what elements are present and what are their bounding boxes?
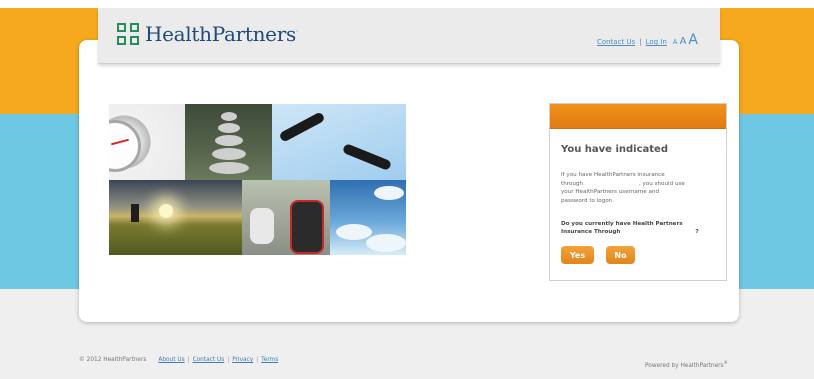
running-shoes-image xyxy=(242,180,330,255)
shoe xyxy=(250,208,274,244)
cloud xyxy=(336,224,372,240)
panel-question: Do you currently have Health Partners In… xyxy=(561,220,721,236)
contact-us-link[interactable]: Contact Us xyxy=(597,38,635,46)
powered-by-text: Powered by HealthPartners® xyxy=(645,360,728,369)
sky-clouds-image xyxy=(330,180,406,255)
yes-button[interactable]: Yes xyxy=(561,246,594,264)
cloud xyxy=(366,234,406,252)
stone xyxy=(214,135,243,146)
brand-name: HealthPartners· xyxy=(145,22,298,46)
stone xyxy=(208,162,249,174)
font-size-large-button[interactable]: A xyxy=(688,32,698,48)
privacy-link[interactable]: Privacy xyxy=(232,357,253,363)
panel-question-line: Insurance Through? xyxy=(561,229,699,235)
stone xyxy=(211,148,246,160)
scale-gauge xyxy=(109,120,141,172)
hand xyxy=(278,111,326,143)
healthpartners-logo-icon xyxy=(117,23,139,45)
no-button[interactable]: No xyxy=(606,246,635,264)
panel-message-line: password to logon. xyxy=(561,197,615,204)
hero-image-collage xyxy=(109,104,406,255)
top-strip xyxy=(0,0,814,8)
footer-links: © 2012 HealthPartners About Us | Contact… xyxy=(79,357,278,363)
cloud xyxy=(374,186,404,200)
copyright-text: © 2012 HealthPartners xyxy=(79,357,147,363)
footer-separator: | xyxy=(187,357,190,363)
terms-link[interactable]: Terms xyxy=(261,357,278,363)
shoe xyxy=(290,200,324,254)
person-silhouette xyxy=(131,204,139,222)
font-size-medium-button[interactable]: A xyxy=(680,36,687,47)
logo[interactable]: HealthPartners· xyxy=(117,22,298,46)
panel-header-bar xyxy=(550,104,726,129)
scale-image xyxy=(109,104,185,180)
footer-separator: | xyxy=(256,357,259,363)
indication-panel: You have indicated If you have HealthPar… xyxy=(549,103,727,281)
footer-contact-us-link[interactable]: Contact Us xyxy=(193,357,225,363)
sun xyxy=(159,204,173,218)
about-us-link[interactable]: About Us xyxy=(158,357,184,363)
site-header: HealthPartners· Contact Us | Log In A A … xyxy=(98,8,720,64)
field-sunrise-image xyxy=(109,180,242,255)
footer-separator: | xyxy=(227,357,230,363)
stacked-stones-image xyxy=(185,104,272,180)
reaching-hands-image xyxy=(272,104,406,180)
panel-message-line: through, you should use xyxy=(561,180,685,187)
hand xyxy=(341,142,393,172)
log-in-link[interactable]: Log In xyxy=(646,38,667,46)
font-size-small-button[interactable]: A xyxy=(673,38,678,46)
header-link-separator: | xyxy=(639,38,642,46)
panel-question-line: Do you currently have Health Partners xyxy=(561,221,683,227)
stone xyxy=(217,123,240,133)
panel-title: You have indicated xyxy=(561,144,668,155)
panel-message-line: If you have HealthPartners insurance xyxy=(561,172,665,178)
header-links: Contact Us | Log In A A A xyxy=(597,32,698,48)
panel-message-line: your HealthPartners username and xyxy=(561,189,660,196)
panel-message: If you have HealthPartners insurance thr… xyxy=(561,171,717,205)
stone xyxy=(220,112,237,121)
